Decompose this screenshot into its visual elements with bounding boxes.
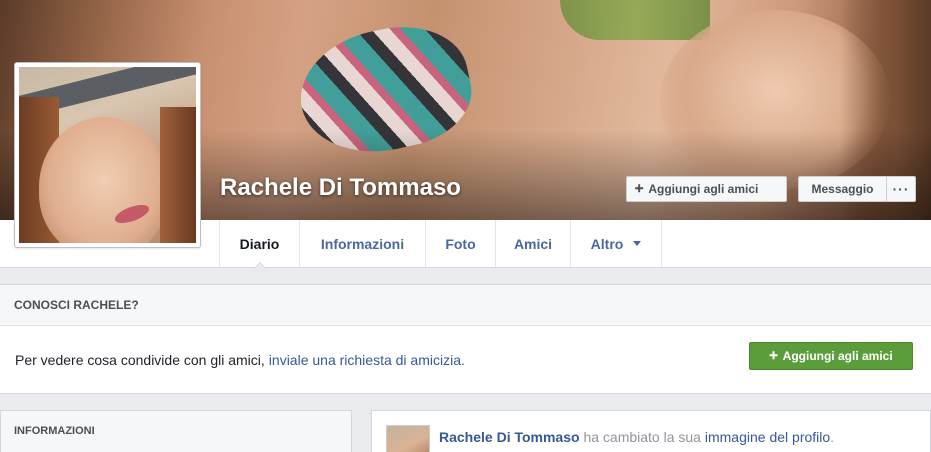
post-text: Rachele Di Tommaso ha cambiato la sua im… (439, 429, 834, 445)
chevron-down-icon (633, 241, 642, 246)
tab-informazioni[interactable]: Informazioni (300, 220, 426, 267)
tab-amici-label: Amici (513, 235, 553, 252)
know-person-panel: CONOSCI RACHELE? Per vedere cosa condivi… (0, 284, 931, 394)
profile-picture-hair-right (160, 107, 196, 243)
message-button[interactable]: Messaggio (798, 176, 886, 202)
know-person-body: Per vedere cosa condivide con gli amici,… (0, 326, 931, 393)
add-friend-icon: ➕︎ (635, 182, 644, 195)
send-friend-request-link[interactable]: inviale una richiesta di amicizia. (269, 352, 465, 368)
tab-diario-label: Diario (239, 235, 280, 252)
tab-amici[interactable]: Amici (496, 220, 571, 267)
profile-picture-link[interactable]: immagine del profilo (705, 429, 830, 445)
cover-photo-grass (560, 0, 710, 40)
add-friend-green-button[interactable]: ➕︎ Aggiungi agli amici (749, 342, 913, 370)
profile-picture-face (39, 117, 169, 243)
info-card: INFORMAZIONI (0, 410, 352, 452)
add-friend-green-button-label: Aggiungi agli amici (782, 349, 893, 363)
know-person-text: Per vedere cosa condivide con gli amici, (15, 351, 265, 368)
tab-altro-label: Altro (590, 235, 624, 252)
profile-picture-image (19, 67, 196, 243)
active-tab-pointer-inner (254, 263, 266, 269)
post-suffix: . (830, 429, 835, 445)
add-friend-button-label: Aggiungi agli amici (648, 182, 759, 196)
info-card-title: INFORMAZIONI (14, 425, 95, 437)
tab-foto-label: Foto (445, 235, 476, 252)
more-options-button[interactable]: ··· (886, 176, 916, 202)
post-avatar[interactable] (386, 425, 430, 452)
tab-diario[interactable]: Diario (219, 220, 300, 267)
profile-name[interactable]: Rachele Di Tommaso (220, 174, 461, 202)
add-friend-button[interactable]: ➕︎ Aggiungi agli amici (626, 176, 787, 202)
tab-altro[interactable]: Altro (571, 220, 662, 267)
post-author-link[interactable]: Rachele Di Tommaso (439, 429, 580, 445)
tab-foto[interactable]: Foto (426, 220, 496, 267)
profile-picture[interactable] (14, 62, 201, 248)
know-person-title: CONOSCI RACHELE? (0, 285, 931, 326)
post-action-text: ha cambiato la sua (583, 429, 701, 445)
tab-informazioni-label: Informazioni (320, 235, 405, 252)
timeline-post: Rachele Di Tommaso ha cambiato la sua im… (371, 410, 931, 452)
add-friend-icon: ➕︎ (769, 349, 778, 362)
